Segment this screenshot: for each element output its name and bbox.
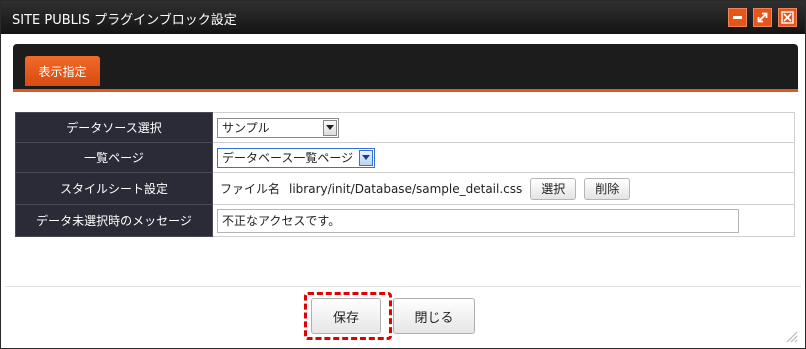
- resize-grip-icon[interactable]: [783, 328, 799, 344]
- no-selection-message-input[interactable]: 不正なアクセスです。: [217, 208, 739, 233]
- maximize-icon[interactable]: [753, 8, 772, 27]
- stylesheet-file-group: ファイル名 library/init/Database/sample_detai…: [217, 177, 794, 200]
- select-file-button[interactable]: 選択: [530, 177, 577, 200]
- plugin-block-settings-dialog: SITE PUBLIS プラグインブロック設定 表示指定 データソース選択 サン…: [0, 0, 806, 349]
- dialog-content: 表示指定 データソース選択 サンプル 一覧ページ データベース一覧ページ スタイ…: [5, 34, 801, 346]
- chevron-down-icon[interactable]: [323, 119, 337, 136]
- stylesheet-label: スタイルシート設定: [15, 172, 213, 205]
- close-button[interactable]: 閉じる: [393, 298, 475, 334]
- footer-divider: [5, 286, 801, 287]
- list-page-select[interactable]: データベース一覧ページ: [217, 147, 375, 168]
- no-selection-message-label: データ未選択時のメッセージ: [15, 204, 213, 237]
- tab-display-settings[interactable]: 表示指定: [25, 56, 100, 86]
- table-row: データソース選択 サンプル: [15, 112, 795, 143]
- list-page-select-value: データベース一覧ページ: [222, 151, 354, 165]
- window-title: SITE PUBLIS プラグインブロック設定: [12, 13, 237, 28]
- minimize-icon[interactable]: [728, 8, 747, 27]
- title-bar[interactable]: SITE PUBLIS プラグインブロック設定: [1, 1, 805, 34]
- datasource-cell: サンプル: [212, 112, 795, 143]
- table-row: 一覧ページ データベース一覧ページ: [15, 142, 795, 173]
- close-icon[interactable]: [778, 8, 797, 27]
- chevron-down-icon[interactable]: [359, 149, 373, 166]
- datasource-select-value: サンプル: [222, 121, 270, 135]
- no-selection-message-cell: 不正なアクセスです。: [212, 204, 795, 237]
- tab-underline: [13, 89, 798, 92]
- list-page-cell: データベース一覧ページ: [212, 142, 795, 173]
- table-row: スタイルシート設定 ファイル名 library/init/Database/sa…: [15, 172, 795, 205]
- datasource-label: データソース選択: [15, 112, 213, 143]
- delete-file-button[interactable]: 削除: [584, 177, 631, 200]
- stylesheet-cell: ファイル名 library/init/Database/sample_detai…: [212, 172, 795, 205]
- file-name-label: ファイル名: [220, 182, 281, 196]
- table-row: データ未選択時のメッセージ 不正なアクセスです。: [15, 204, 795, 237]
- tab-bar: 表示指定: [13, 44, 798, 89]
- datasource-select[interactable]: サンプル: [217, 117, 339, 138]
- settings-form-table: データソース選択 サンプル 一覧ページ データベース一覧ページ スタイルシート設…: [15, 112, 795, 237]
- list-page-label: 一覧ページ: [15, 142, 213, 173]
- save-button[interactable]: 保存: [311, 298, 381, 334]
- stylesheet-file-path: library/init/Database/sample_detail.css: [289, 181, 523, 196]
